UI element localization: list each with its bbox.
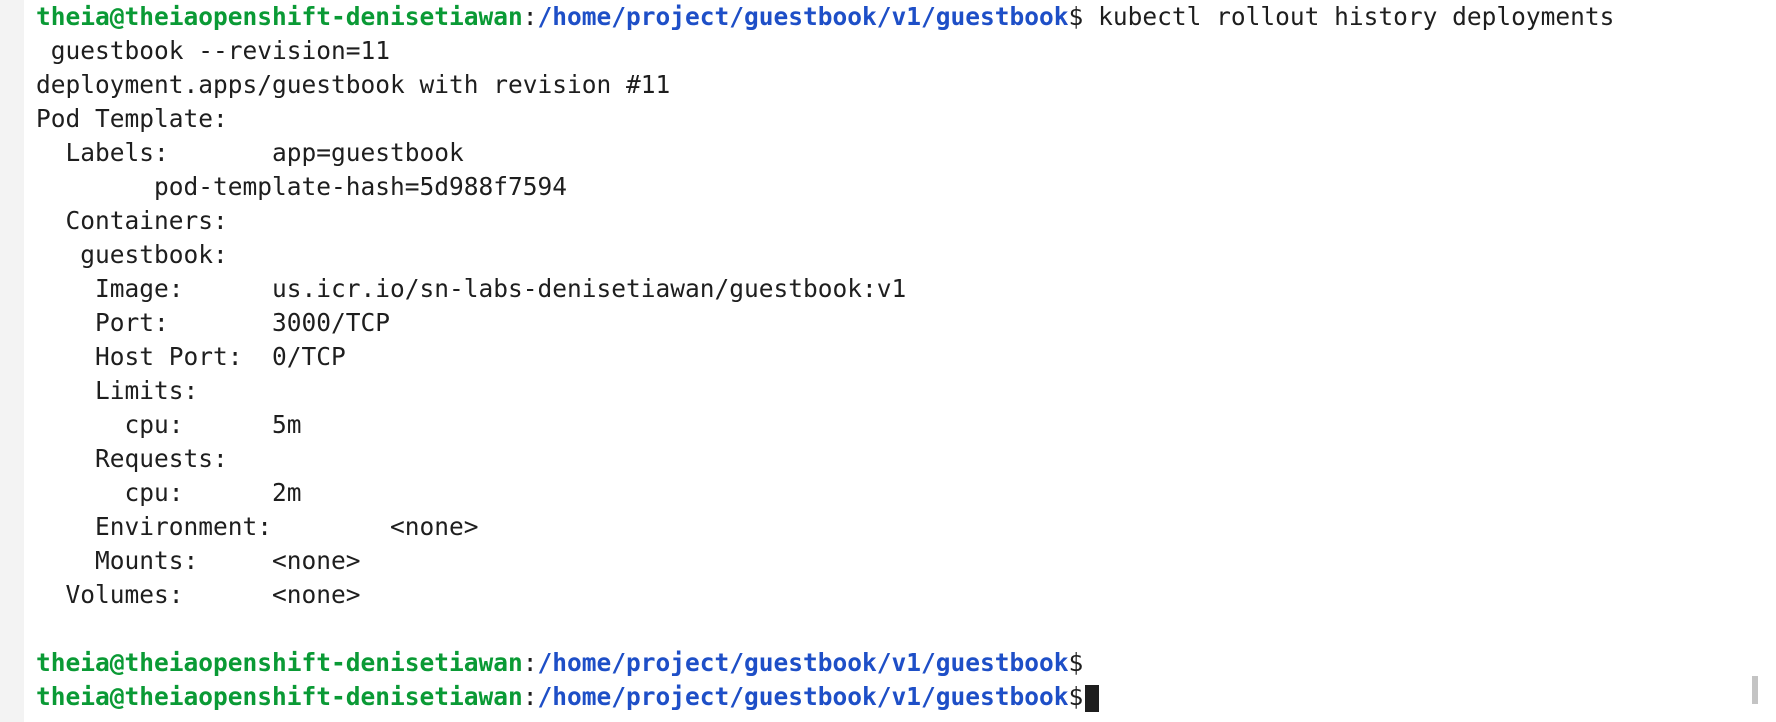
active-prompt-line[interactable]: theia@theiaopenshift-denisetiawan:/home/… [36,680,1776,714]
prompt-user-host: theia@theiaopenshift-denisetiawan [36,648,523,677]
output-line: deployment.apps/guestbook with revision … [36,70,671,99]
prompt-colon: : [522,2,538,31]
prompt-colon: : [522,682,538,711]
output-line: Labels: app=guestbook [36,138,464,167]
output-line: Limits: [36,376,199,405]
prompt-user-host: theia@theiaopenshift-denisetiawan [36,682,523,711]
prompt-path: /home/project/guestbook/v1/guestbook [537,648,1069,677]
output-line: cpu: 5m [36,410,302,439]
terminal-output: theia@theiaopenshift-denisetiawan:/home/… [36,0,1776,714]
prompt-dollar: $ [1068,2,1084,31]
text-cursor[interactable] [1085,684,1100,712]
output-line: pod-template-hash=5d988f7594 [36,172,568,201]
prompt-path: /home/project/guestbook/v1/guestbook [537,682,1069,711]
prompt-path: /home/project/guestbook/v1/guestbook [537,2,1069,31]
output-line: Requests: [36,444,228,473]
terminal-window[interactable]: theia@theiaopenshift-denisetiawan:/home/… [24,0,1776,722]
output-line: Mounts: <none> [36,546,361,575]
prompt-colon: : [522,648,538,677]
output-line: Pod Template: [36,104,228,133]
command-text: kubectl rollout history deployments [1083,2,1615,31]
prompt-user-host: theia@theiaopenshift-denisetiawan [36,2,523,31]
prompt-dollar: $ [1068,682,1084,711]
prompt-line: theia@theiaopenshift-denisetiawan:/home/… [36,646,1776,680]
output-line: guestbook: [36,240,228,269]
command-continuation: guestbook --revision=11 [36,36,391,65]
output-line: Volumes: <none> [36,580,361,609]
output-line: Containers: [36,206,228,235]
command-line: theia@theiaopenshift-denisetiawan:/home/… [36,0,1776,34]
output-line: Environment: <none> [36,512,479,541]
output-line: cpu: 2m [36,478,302,507]
scrollbar-thumb[interactable] [1752,676,1758,704]
output-line: Host Port: 0/TCP [36,342,346,371]
prompt-dollar: $ [1068,648,1084,677]
output-line: Port: 3000/TCP [36,308,391,337]
output-line: Image: us.icr.io/sn-labs-denisetiawan/gu… [36,274,907,303]
